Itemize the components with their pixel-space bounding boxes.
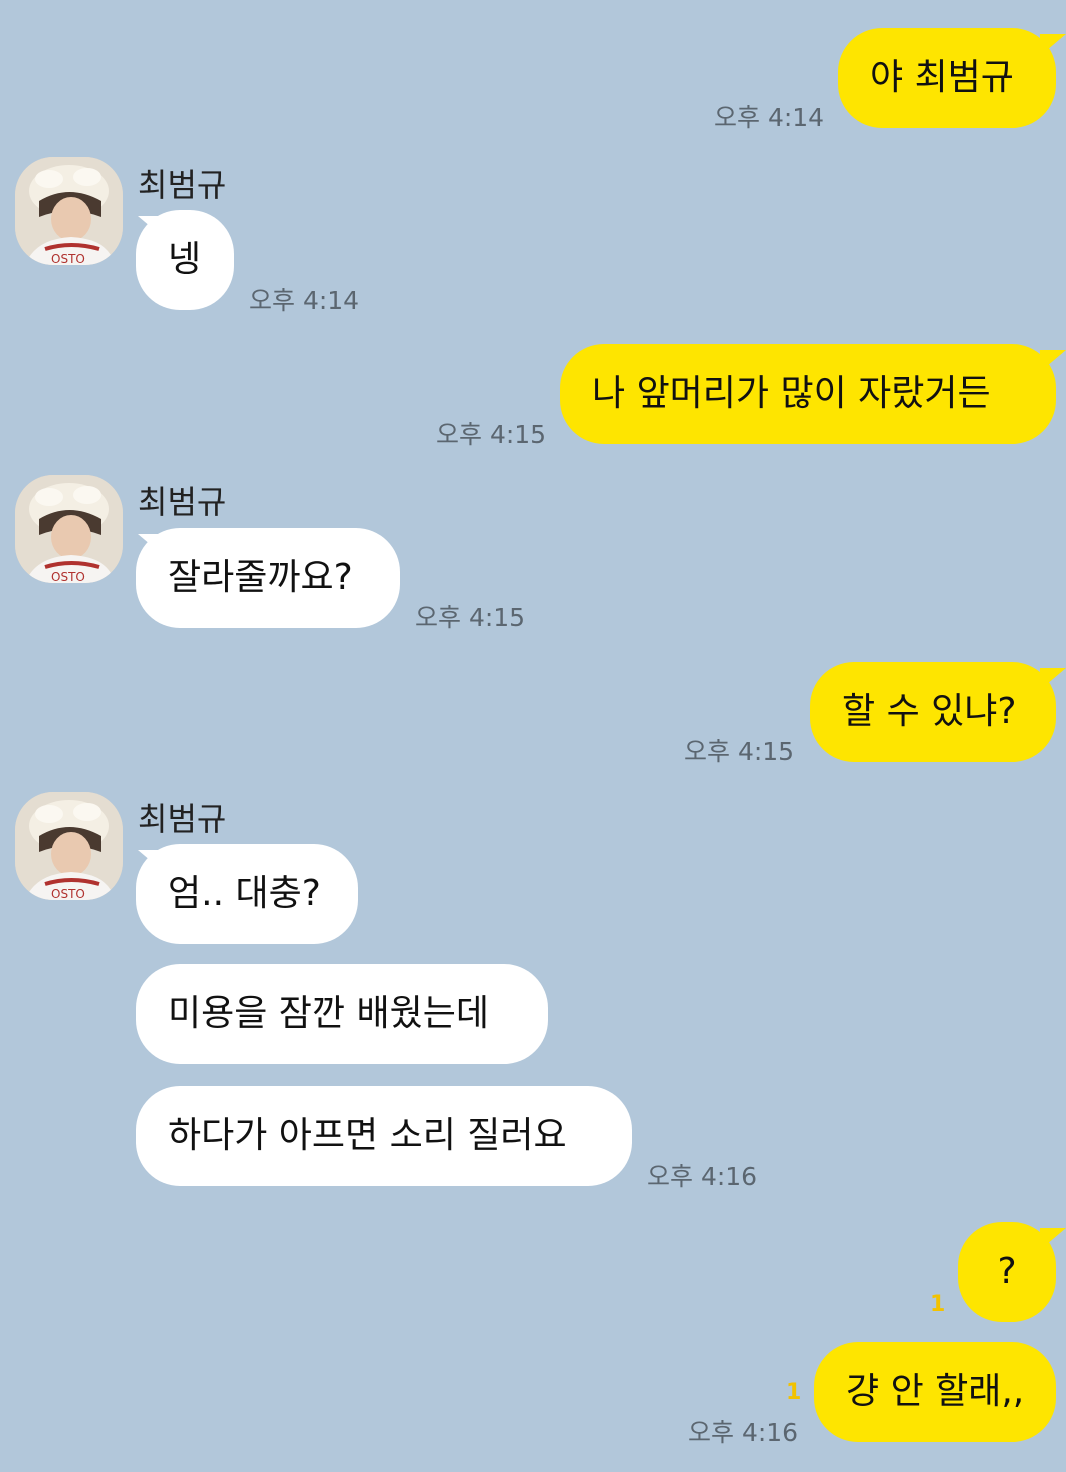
my-message-bubble[interactable]: 걍 안 할래,, [814, 1342, 1056, 1442]
unread-count: 1 [786, 1380, 802, 1405]
their-message-bubble[interactable]: 넹 [136, 210, 234, 310]
bubble-tail [1040, 350, 1066, 372]
sender-name: 최범규 [138, 166, 227, 204]
avatar[interactable]: OSTO [15, 157, 123, 265]
avatar[interactable]: OSTO [15, 792, 123, 900]
bubble-tail [1040, 1228, 1066, 1250]
avatar-image: OSTO [15, 792, 123, 900]
avatar-image: OSTO [15, 157, 123, 265]
their-message-bubble[interactable]: 하다가 아프면 소리 질러요 [136, 1086, 632, 1186]
message-timestamp: 오후 4:15 [415, 603, 526, 632]
svg-text:OSTO: OSTO [51, 887, 85, 900]
their-message-bubble[interactable]: 엄.. 대충? [136, 844, 358, 944]
svg-text:OSTO: OSTO [51, 252, 85, 265]
my-message-bubble[interactable]: 할 수 있냐? [810, 662, 1056, 762]
my-message-bubble[interactable]: 나 앞머리가 많이 자랐거든 [560, 344, 1056, 444]
sender-name: 최범규 [138, 800, 227, 838]
their-message-bubble[interactable]: 잘라줄까요? [136, 528, 400, 628]
message-timestamp: 오후 4:16 [688, 1418, 799, 1447]
message-timestamp: 오후 4:15 [436, 420, 547, 449]
avatar[interactable]: OSTO [15, 475, 123, 583]
bubble-tail [1040, 34, 1066, 56]
message-timestamp: 오후 4:14 [714, 103, 825, 132]
bubble-tail [1040, 668, 1066, 690]
svg-text:OSTO: OSTO [51, 570, 85, 583]
unread-count: 1 [930, 1292, 946, 1317]
my-message-bubble[interactable]: 야 최범규 [838, 28, 1056, 128]
message-timestamp: 오후 4:15 [684, 737, 795, 766]
message-timestamp: 오후 4:14 [249, 286, 360, 315]
avatar-image: OSTO [15, 475, 123, 583]
their-message-bubble[interactable]: 미용을 잠깐 배웠는데 [136, 964, 548, 1064]
sender-name: 최범규 [138, 483, 227, 521]
message-timestamp: 오후 4:16 [647, 1162, 758, 1191]
